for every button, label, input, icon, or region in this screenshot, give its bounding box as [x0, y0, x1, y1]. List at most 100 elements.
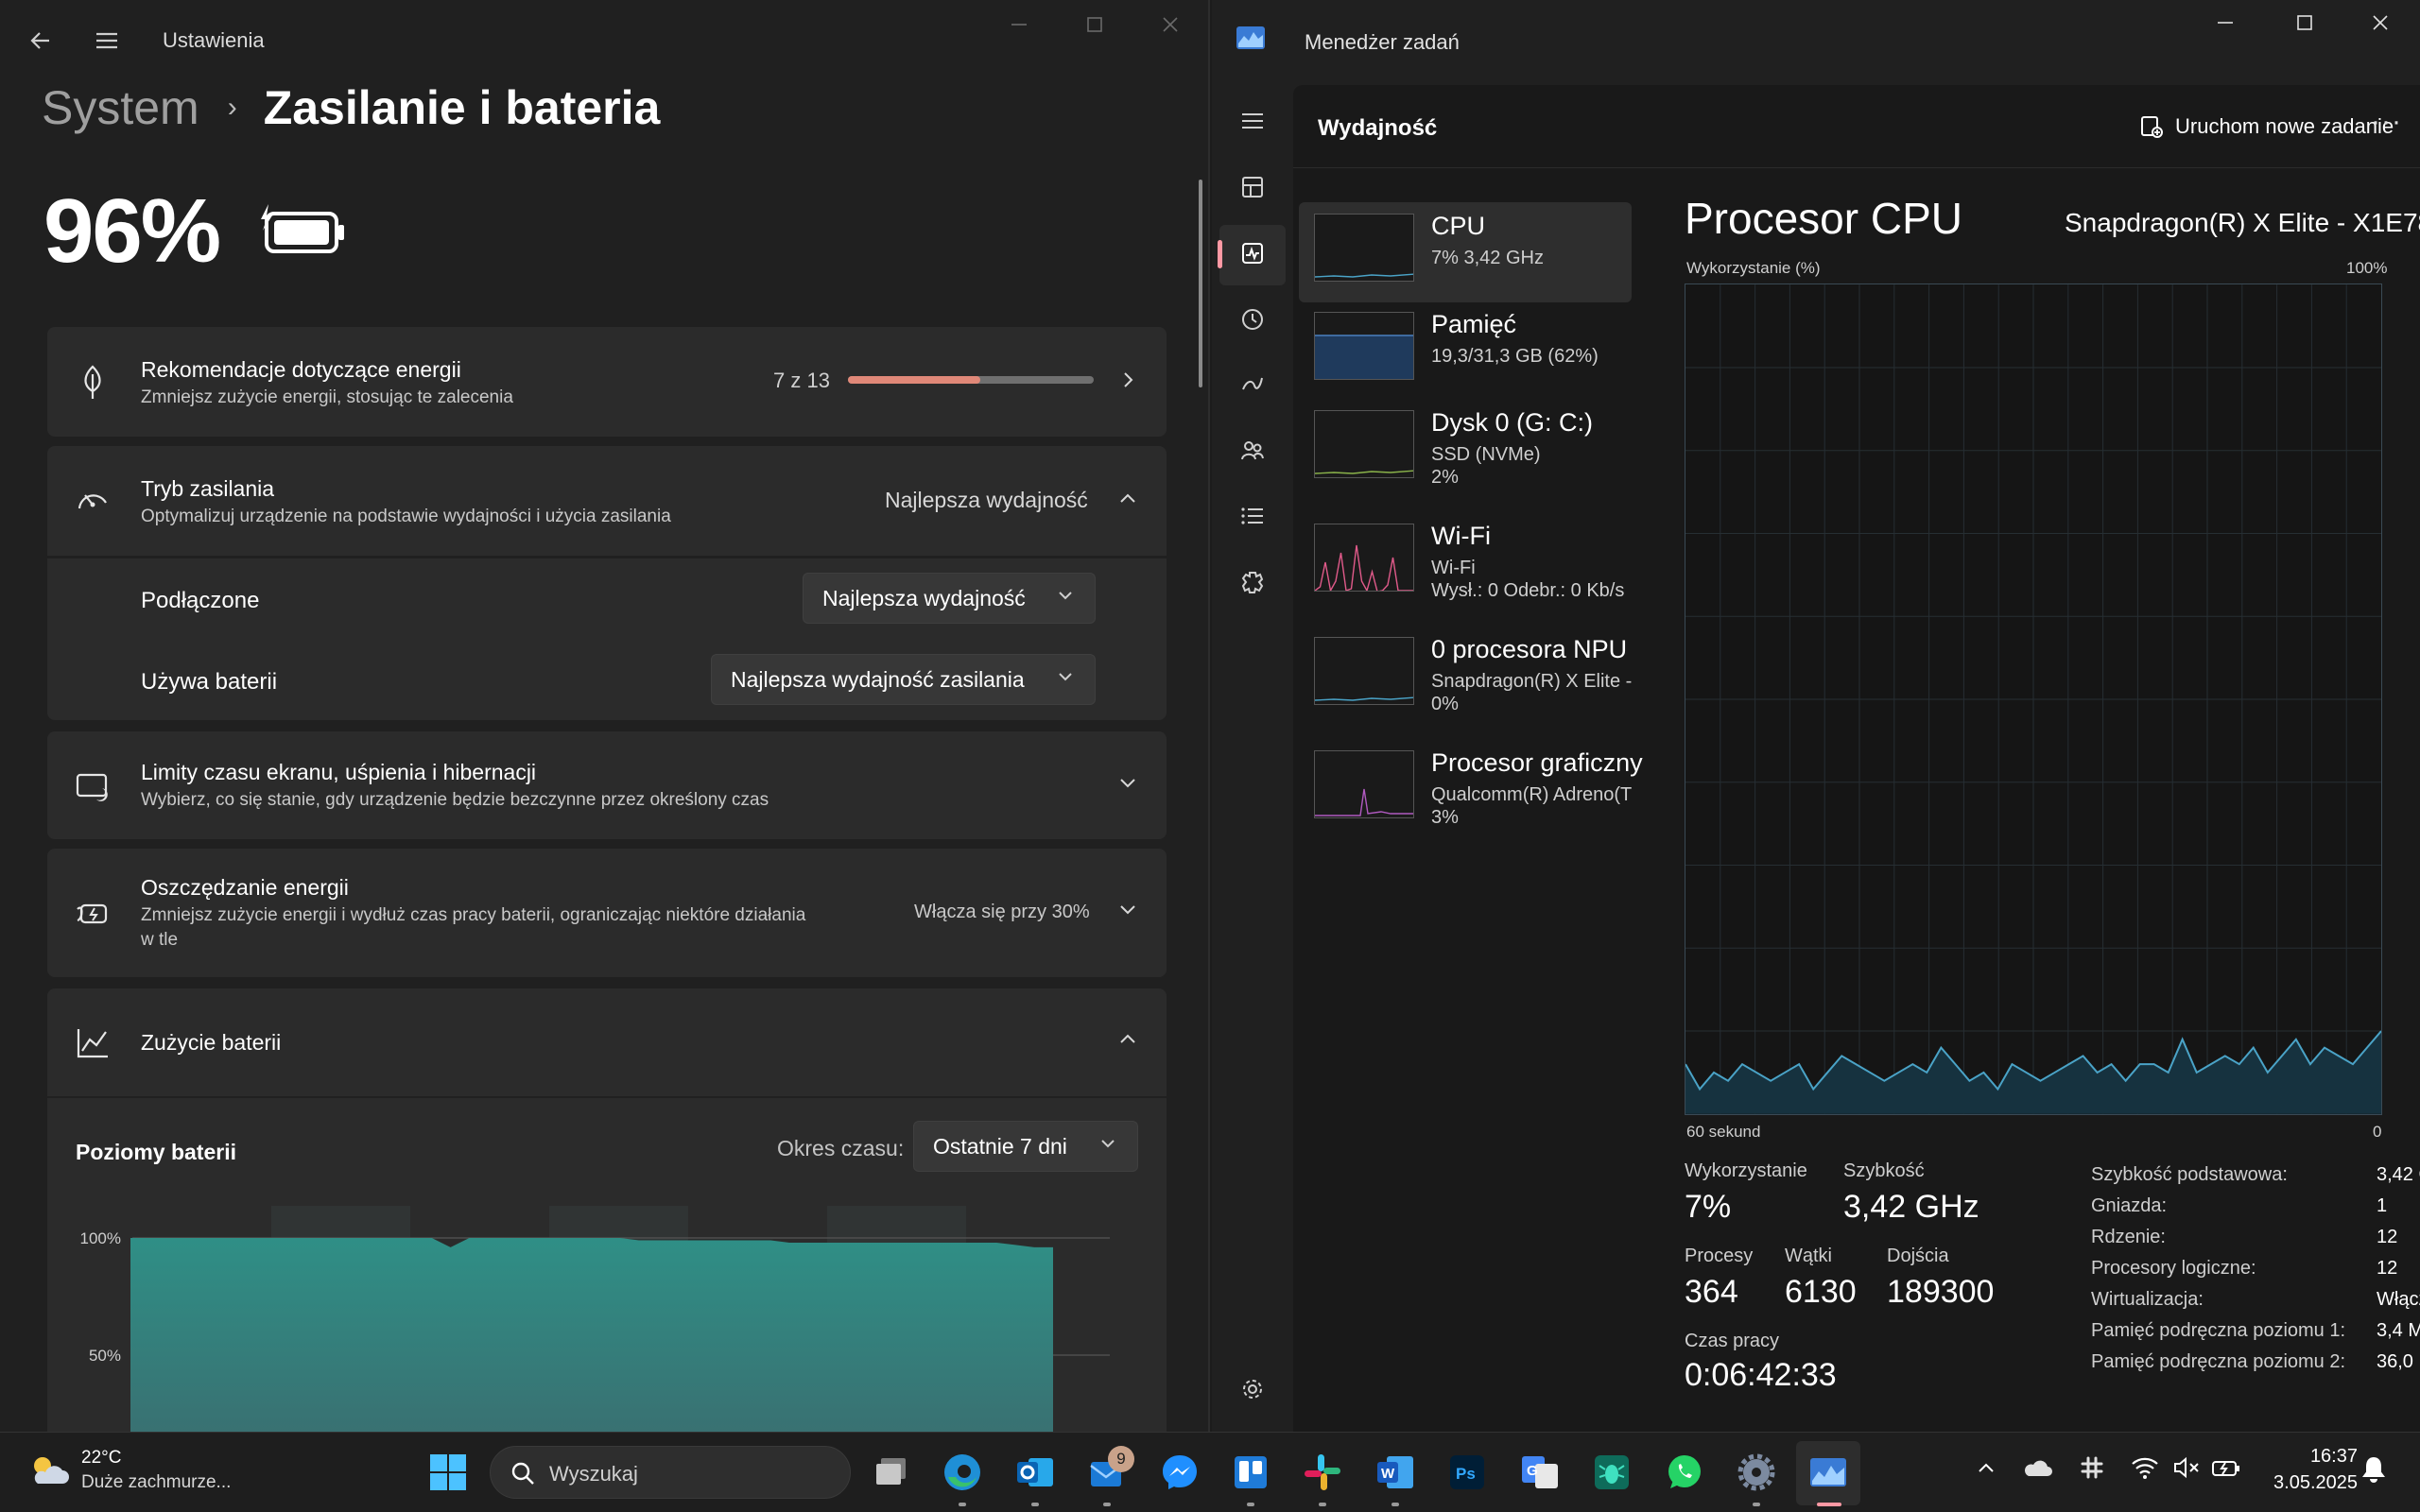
screen-sleep-subtitle: Wybierz, co się stanie, gdy urządzenie b… [141, 790, 769, 810]
settings-app-icon[interactable] [1733, 1449, 1780, 1496]
task-view-icon[interactable] [868, 1449, 915, 1496]
resource-name: 0 procesora NPU [1431, 635, 1628, 663]
detail-value: 1 [2377, 1195, 2388, 1216]
speaker-muted-icon[interactable] [2172, 1455, 2201, 1485]
energy-recommendations-card[interactable]: Rekomendacje dotyczące energii Zmniejsz … [47, 327, 1167, 437]
onedrive-cloud-icon[interactable] [2023, 1455, 2053, 1485]
recommendations-subtitle: Zmniejsz zużycie energii, stosując te za… [141, 387, 513, 407]
processes-icon[interactable] [1236, 174, 1269, 206]
detail-value: 36,0 MB [2377, 1351, 2420, 1372]
hamburger-menu-icon[interactable] [1236, 108, 1269, 140]
wifi-icon[interactable] [2131, 1455, 2159, 1485]
slack-icon[interactable] [1299, 1449, 1346, 1496]
resource-sparkline [1315, 696, 1413, 701]
maximize-button[interactable] [1074, 11, 1115, 43]
close-button[interactable] [1150, 11, 1191, 43]
breadcrumb-system[interactable]: System [42, 80, 199, 135]
chevron-down-icon [1114, 898, 1142, 926]
trello-icon[interactable] [1227, 1449, 1274, 1496]
power-mode-value: Najlepsza wydajność [885, 488, 1088, 512]
plugged-in-label: Podłączone [141, 588, 260, 613]
photoshop-icon[interactable]: Ps [1443, 1449, 1491, 1496]
search-placeholder: Wyszukaj [549, 1462, 638, 1486]
edge-browser-icon[interactable] [939, 1449, 986, 1496]
resource-item[interactable]: CPU 7% 3,42 GHz [1299, 202, 1632, 302]
weather-cloudy-icon[interactable] [26, 1452, 70, 1489]
translate-icon[interactable]: G [1516, 1449, 1564, 1496]
minimize-button[interactable] [998, 11, 1040, 43]
power-mode-title: Tryb zasilania [141, 476, 275, 501]
on-battery-value: Najlepsza wydajność zasilania [731, 666, 1025, 692]
resource-item[interactable]: Pamięć 19,3/31,3 GB (62%) [1299, 301, 1632, 401]
breadcrumb-separator: › [227, 92, 237, 123]
threads-value: 6130 [1785, 1274, 1857, 1310]
resource-item[interactable]: Procesor graficzny Qualcomm(R) Adreno(T 3% [1299, 739, 1643, 839]
period-value: Ostatnie 7 dni [933, 1133, 1067, 1159]
resource-thumbnail [1314, 214, 1414, 282]
battery-level-area [130, 1238, 1053, 1432]
users-icon[interactable] [1236, 437, 1269, 469]
window-title: Menedżer zadań [1305, 30, 1460, 54]
maximize-button[interactable] [2284, 9, 2325, 42]
details-icon[interactable] [1236, 503, 1269, 535]
task-manager-nav [1212, 85, 1293, 1432]
startup-apps-icon[interactable] [1236, 370, 1269, 403]
screen-sleep-icon [76, 773, 108, 801]
energy-saver-card[interactable]: Oszczędzanie energii Zmniejsz zużycie en… [47, 849, 1167, 977]
resource-detail: 7% 3,42 GHz [1431, 248, 1544, 268]
divider [47, 556, 1167, 558]
chevron-down-icon [1057, 587, 1074, 609]
clock-time[interactable]: 16:37 [2280, 1446, 2358, 1468]
window-title: Ustawienia [163, 28, 265, 52]
more-options-button[interactable]: ··· [2371, 106, 2402, 138]
notifications-bell-icon[interactable] [2361, 1455, 2386, 1488]
period-dropdown[interactable]: Ostatnie 7 dni [913, 1121, 1138, 1172]
show-hidden-icons-chevron-icon[interactable] [1976, 1457, 1996, 1483]
whatsapp-icon[interactable] [1661, 1449, 1708, 1496]
hamburger-menu-icon[interactable] [91, 25, 123, 57]
resource-thumbnail [1314, 637, 1414, 705]
svg-text:W: W [1381, 1466, 1395, 1482]
settings-scrollbar[interactable] [1199, 180, 1202, 387]
run-new-task-button[interactable]: Uruchom nowe zadanie [2139, 110, 2394, 144]
weather-desc[interactable]: Duże zachmurze... [81, 1472, 231, 1493]
start-button[interactable] [424, 1449, 472, 1496]
search-box[interactable]: Wyszukaj [490, 1446, 851, 1499]
performance-icon[interactable] [1236, 240, 1269, 272]
weather-temp[interactable]: 22°C [81, 1448, 121, 1469]
battery-charging-icon [261, 204, 344, 253]
resource-item[interactable]: Wi-Fi Wi-Fi Wysł.: 0 Odebr.: 0 Kb/s [1299, 512, 1632, 612]
resource-item[interactable]: 0 procesora NPU Snapdragon(R) X Elite -0% [1299, 626, 1632, 726]
back-arrow-icon[interactable] [25, 25, 57, 57]
app-history-icon[interactable] [1236, 306, 1269, 338]
on-battery-dropdown[interactable]: Najlepsza wydajność zasilania [711, 654, 1096, 705]
energy-saver-subtitle: Zmniejsz zużycie energii i wydłuż czas p… [141, 905, 806, 925]
services-icon[interactable] [1236, 569, 1269, 601]
resource-name: Dysk 0 (G: C:) [1431, 408, 1594, 437]
bug-app-icon[interactable] [1588, 1449, 1635, 1496]
resource-item[interactable]: Dysk 0 (G: C:) SSD (NVMe) 2% [1299, 399, 1632, 499]
close-button[interactable] [2360, 9, 2401, 42]
messenger-icon[interactable] [1156, 1449, 1203, 1496]
resource-detail: SSD (NVMe) [1431, 444, 1541, 465]
clock-date[interactable]: 3.05.2025 [2252, 1472, 2358, 1494]
minimize-button[interactable] [2204, 9, 2246, 42]
resource-thumbnail [1314, 312, 1414, 380]
notification-badge: 9 [1108, 1446, 1134, 1472]
settings-gear-icon[interactable] [1236, 1376, 1269, 1408]
panel-header: Wydajność Uruchom nowe zadanie ··· [1293, 85, 2420, 168]
plugged-in-dropdown[interactable]: Najlepsza wydajność [803, 573, 1096, 624]
screen-sleep-card[interactable]: Limity czasu ekranu, uśpienia i hibernac… [47, 731, 1167, 839]
energy-saver-title: Oszczędzanie energii [141, 875, 349, 900]
outlook-icon[interactable] [1011, 1449, 1059, 1496]
running-indicator [1103, 1503, 1111, 1506]
resource-name: Procesor graficzny [1431, 748, 1643, 777]
slack-tray-icon[interactable] [2080, 1455, 2104, 1485]
resource-sparkline [1315, 788, 1413, 816]
task-manager-taskbar-icon[interactable] [1805, 1449, 1852, 1496]
battery-tray-icon[interactable] [2210, 1455, 2242, 1485]
battery-usage-header[interactable]: Zużycie baterii [47, 988, 1167, 1096]
detail-key: Procesory logiczne: [2091, 1258, 2256, 1279]
cpu-model: Snapdragon(R) X Elite - X1E7810... [2065, 208, 2420, 237]
word-icon[interactable]: W [1372, 1449, 1419, 1496]
